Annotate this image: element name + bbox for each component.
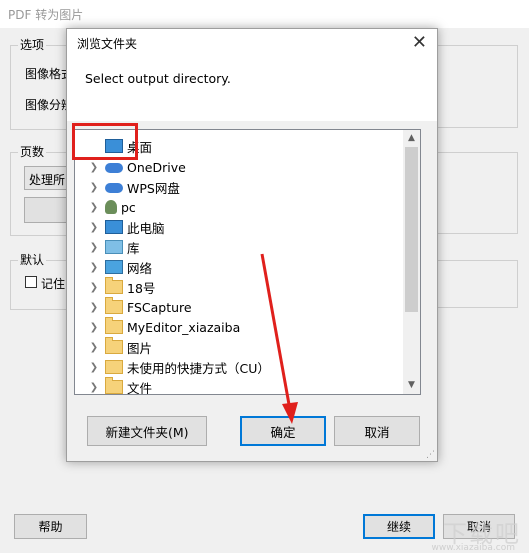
dialog-prompt-area: Select output directory. — [67, 59, 437, 121]
chevron-right-icon[interactable]: ❯ — [87, 302, 101, 313]
pages-select-value: 处理所 — [29, 173, 66, 187]
highlight-box — [72, 123, 138, 160]
pages-groupbox — [10, 152, 72, 236]
chevron-right-icon[interactable]: ❯ — [87, 222, 101, 233]
scroll-up-icon[interactable]: ▲ — [403, 130, 420, 147]
network-icon — [105, 260, 123, 274]
scrollbar-thumb[interactable] — [405, 147, 418, 312]
tree-item-fscapture[interactable]: ❯ FSCapture — [75, 297, 405, 317]
shortcut-folder-icon — [105, 360, 123, 374]
folder-icon — [105, 337, 123, 354]
continue-button[interactable]: 继续 — [363, 514, 435, 539]
tree-item-library[interactable]: ❯ 库 — [75, 237, 405, 257]
chevron-right-icon[interactable]: ❯ — [87, 182, 101, 193]
pages-groupbox-right — [438, 152, 518, 234]
folder-icon — [105, 377, 123, 394]
chevron-right-icon[interactable]: ❯ — [87, 162, 101, 173]
tree-item-wps-drive[interactable]: ❯ WPS网盘 — [75, 177, 405, 197]
cloud-icon — [105, 183, 123, 193]
chevron-right-icon[interactable]: ❯ — [87, 262, 101, 273]
tree-item-label: 图片 — [127, 340, 153, 356]
user-icon — [105, 200, 117, 214]
folder-tree[interactable]: 桌面 ❯ OneDrive ❯ WPS网盘 ❯ pc ❯ 此电脑 ❯ 库 ❯ 网… — [74, 129, 421, 395]
tree-item-label: 18号 — [127, 280, 156, 296]
tree-item-label: 此电脑 — [127, 220, 165, 236]
chevron-right-icon[interactable]: ❯ — [87, 382, 101, 393]
chevron-right-icon[interactable]: ❯ — [87, 362, 101, 373]
pages-group-label: 页数 — [18, 143, 47, 160]
tree-item-label: MyEditor_xiazaiba — [127, 319, 241, 335]
tree-item-this-pc[interactable]: ❯ 此电脑 — [75, 217, 405, 237]
tree-item-folder-18[interactable]: ❯ 18号 — [75, 277, 405, 297]
library-icon — [105, 240, 123, 254]
chevron-right-icon[interactable]: ❯ — [87, 202, 101, 213]
pages-select[interactable]: 处理所 — [24, 166, 68, 190]
tree-scrollbar[interactable]: ▲ ▼ — [403, 130, 420, 394]
tree-item-onedrive[interactable]: ❯ OneDrive — [75, 157, 405, 177]
options-groupbox — [10, 45, 72, 130]
folder-icon — [105, 317, 123, 334]
tree-item-files[interactable]: ❯ 文件 — [75, 377, 405, 395]
scroll-down-icon[interactable]: ▼ — [403, 377, 420, 394]
folder-icon — [105, 297, 123, 314]
pages-range-button[interactable] — [24, 197, 68, 223]
dialog-prompt: Select output directory. — [85, 71, 231, 86]
tree-item-label: WPS网盘 — [127, 180, 180, 196]
tree-item-label: FSCapture — [127, 299, 192, 315]
tree-item-pc-user[interactable]: ❯ pc — [75, 197, 405, 217]
computer-icon — [105, 220, 123, 234]
resize-grip-icon[interactable]: ⋰ — [426, 450, 435, 460]
defaults-group-label: 默认 — [18, 251, 47, 268]
tree-item-label: OneDrive — [127, 159, 186, 175]
tree-item-unused-shortcuts[interactable]: ❯ 未使用的快捷方式（CU） — [75, 357, 405, 377]
browse-folder-dialog: 浏览文件夹 ✕ Select output directory. 桌面 ❯ On… — [66, 28, 438, 462]
chevron-right-icon[interactable]: ❯ — [87, 322, 101, 333]
tree-item-label: 网络 — [127, 260, 153, 276]
tree-item-pictures[interactable]: ❯ 图片 — [75, 337, 405, 357]
tree-item-network[interactable]: ❯ 网络 — [75, 257, 405, 277]
chevron-right-icon[interactable]: ❯ — [87, 282, 101, 293]
watermark-url: www.xiazaiba.com — [431, 543, 515, 553]
dialog-titlebar: 浏览文件夹 ✕ — [67, 29, 437, 59]
tree-item-label: pc — [121, 199, 136, 215]
remember-checkbox-label: 记住 — [41, 277, 66, 291]
dialog-cancel-button[interactable]: 取消 — [334, 416, 420, 446]
background-window-titlebar: PDF 转为图片 — [0, 0, 529, 28]
dialog-title: 浏览文件夹 — [77, 37, 138, 51]
tree-item-myeditor[interactable]: ❯ MyEditor_xiazaiba — [75, 317, 405, 337]
chevron-right-icon[interactable]: ❯ — [87, 242, 101, 253]
options-groupbox-right — [438, 45, 518, 128]
new-folder-button[interactable]: 新建文件夹(M) — [87, 416, 207, 446]
tree-item-label: 未使用的快捷方式（CU） — [127, 360, 270, 376]
help-button[interactable]: 帮助 — [14, 514, 87, 539]
options-group-label: 选项 — [18, 36, 47, 53]
folder-icon — [105, 277, 123, 294]
background-window-title: PDF 转为图片 — [8, 8, 84, 22]
cloud-icon — [105, 163, 123, 173]
chevron-right-icon[interactable]: ❯ — [87, 342, 101, 353]
ok-button[interactable]: 确定 — [240, 416, 326, 446]
defaults-groupbox-right — [438, 260, 518, 308]
tree-item-label: 库 — [127, 240, 140, 256]
tree-item-label: 文件 — [127, 380, 153, 395]
close-icon[interactable]: ✕ — [412, 32, 427, 54]
remember-checkbox[interactable] — [25, 276, 37, 288]
